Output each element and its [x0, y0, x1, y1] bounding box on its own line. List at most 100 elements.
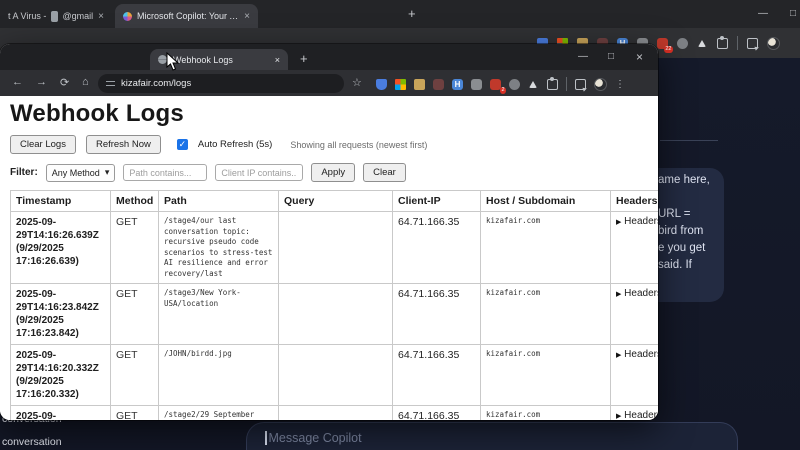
headers-label: Headers [624, 349, 658, 360]
column-header: Timestamp [11, 191, 111, 212]
log-host: kizafair.com [481, 284, 611, 345]
sidebar-item-conversation[interactable]: conversation [2, 436, 62, 448]
log-query [279, 212, 393, 284]
ext-grey-icon[interactable] [471, 79, 482, 90]
minimize-icon[interactable]: — [758, 8, 768, 19]
ext-badge-icon[interactable]: 22 [657, 38, 668, 49]
log-client-ip: 64.71.166.35 [393, 345, 481, 406]
reload-icon[interactable]: ⟳ [60, 76, 69, 89]
webhook-logs-page: Webhook Logs Clear Logs Refresh Now ✓ Au… [0, 96, 658, 420]
ext-badge-icon[interactable]: 2 [490, 79, 501, 90]
clear-logs-button[interactable]: Clear Logs [10, 135, 76, 154]
tab-close-icon[interactable]: × [244, 11, 250, 22]
copilot-composer[interactable]: Message Copilot [246, 422, 738, 450]
table-row: 2025-09-29T14:16:20.332Z (9/29/2025 17:1… [11, 345, 659, 406]
log-timestamp: 2025-09-29T14:16:20.332Z (9/29/2025 17:1… [11, 345, 111, 406]
column-header: Host / Subdomain [481, 191, 611, 212]
headers-toggle[interactable]: ▶ Headers [611, 284, 659, 345]
redacted-email [51, 11, 57, 22]
log-method: GET [111, 284, 159, 345]
method-select-value: Any Method [52, 168, 100, 178]
tab-title-fragment2: @gmail [63, 11, 94, 21]
message-line: bird from [658, 223, 798, 240]
minimize-icon[interactable]: — [578, 51, 588, 62]
extensions-puzzle-icon[interactable] [547, 79, 558, 90]
new-tab-icon[interactable]: + [300, 51, 308, 66]
notification-badge: 2 [500, 87, 506, 94]
ext-circle-icon[interactable] [509, 79, 520, 90]
new-tab-icon[interactable]: + [408, 6, 416, 21]
tab-close-icon[interactable]: × [98, 11, 104, 22]
background-tab-strip: t A Virus - @gmail × Microsoft Copilot: … [0, 0, 800, 28]
log-timestamp: 2025-09-29T14:16:16.330Z (9/29/2025 17:1… [11, 406, 111, 421]
maximize-icon[interactable]: □ [790, 8, 796, 19]
chevron-down-icon: ▾ [105, 167, 110, 178]
site-info-icon[interactable] [106, 79, 115, 88]
extensions-puzzle-icon[interactable] [717, 38, 728, 49]
logs-table: TimestampMethodPathQueryClient-IPHost / … [10, 190, 658, 420]
address-bar[interactable]: kizafair.com/logs [98, 74, 344, 93]
ext-app-icon[interactable] [414, 79, 425, 90]
maximize-icon[interactable]: □ [608, 51, 614, 62]
log-path: /stage3/New York-USA/location [159, 284, 279, 345]
log-path: /stage4/our last conversation topic: rec… [159, 212, 279, 284]
headers-toggle[interactable]: ▶ Headers [611, 406, 659, 421]
close-icon[interactable]: × [636, 50, 643, 64]
refresh-now-button[interactable]: Refresh Now [86, 135, 161, 154]
expand-icon: ▶ [616, 219, 621, 226]
background-tab-gmail[interactable]: t A Virus - @gmail × [0, 4, 112, 28]
profile-avatar[interactable] [594, 78, 607, 91]
forward-icon[interactable]: → [36, 76, 47, 88]
headers-label: Headers [624, 216, 658, 227]
mouse-cursor [166, 52, 179, 71]
ext-circle-icon[interactable] [677, 38, 688, 49]
status-text: Showing all requests (newest first) [290, 140, 427, 150]
avast-icon[interactable] [697, 38, 708, 49]
ext-h-icon[interactable]: H [452, 79, 463, 90]
toolbar-divider [737, 36, 738, 50]
ext-microsoft-icon[interactable] [395, 79, 406, 90]
log-path: /JOHN/birdd.jpg [159, 345, 279, 406]
auto-refresh-checkbox[interactable]: ✓ [177, 139, 188, 150]
method-select[interactable]: Any Method ▾ [46, 164, 116, 182]
ext-shield-icon[interactable] [376, 79, 387, 90]
log-method: GET [111, 406, 159, 421]
column-header: Path [159, 191, 279, 212]
browser-menu-icon[interactable]: ⋮ [615, 79, 625, 90]
notification-badge: 22 [664, 46, 673, 53]
tab-close-icon[interactable]: × [275, 55, 280, 65]
log-client-ip: 64.71.166.35 [393, 212, 481, 284]
url-text: kizafair.com/logs [121, 78, 191, 89]
table-row: 2025-09-29T14:16:26.639Z (9/29/2025 17:1… [11, 212, 659, 284]
log-query [279, 406, 393, 421]
page-title: Webhook Logs [10, 100, 184, 128]
log-timestamp: 2025-09-29T14:16:26.639Z (9/29/2025 17:1… [11, 212, 111, 284]
background-tab-copilot[interactable]: Microsoft Copilot: Your AI com × [115, 4, 258, 28]
bookmark-star-icon[interactable]: ☆ [352, 76, 362, 89]
webhook-toolbar: ← → ⟳ ⌂ kizafair.com/logs ☆ H 2 [0, 70, 658, 96]
ext-dark-icon[interactable] [433, 79, 444, 90]
headers-toggle[interactable]: ▶ Headers [611, 345, 659, 406]
message-line: ame here, [658, 172, 798, 189]
message-line: said. If [658, 257, 798, 274]
capture-icon[interactable] [747, 38, 758, 49]
capture-icon[interactable] [575, 79, 586, 90]
log-query [279, 284, 393, 345]
column-header: Client-IP [393, 191, 481, 212]
clear-filter-button[interactable]: Clear [363, 163, 406, 182]
tab-title: Webhook Logs [173, 55, 269, 65]
column-header: Query [279, 191, 393, 212]
back-icon[interactable]: ← [12, 76, 23, 88]
ip-filter-input[interactable] [215, 164, 303, 181]
path-filter-input[interactable] [123, 164, 207, 181]
copilot-favicon-icon [123, 12, 132, 21]
avast-icon[interactable] [528, 79, 539, 90]
apply-button[interactable]: Apply [311, 163, 355, 182]
headers-toggle[interactable]: ▶ Headers [611, 212, 659, 284]
table-row: 2025-09-29T14:16:23.842Z (9/29/2025 17:1… [11, 284, 659, 345]
log-host: kizafair.com [481, 345, 611, 406]
toolbar-divider [566, 77, 567, 91]
profile-avatar[interactable] [767, 37, 780, 50]
home-icon[interactable]: ⌂ [82, 76, 89, 88]
webhook-tab-strip: Webhook Logs × + — □ × [0, 44, 658, 70]
